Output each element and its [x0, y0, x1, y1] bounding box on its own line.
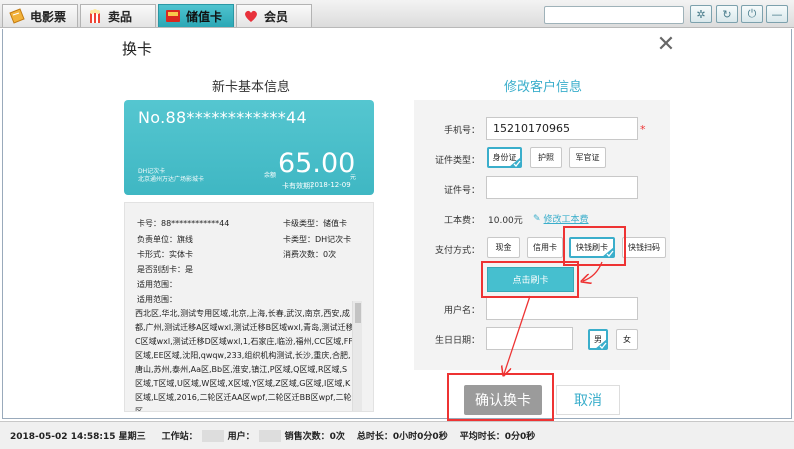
status-workstation-label: 工作站：	[161, 432, 198, 442]
status-total-time: 总时长：0小时0分0秒	[356, 432, 448, 442]
arrow-to-swipe-button	[583, 261, 603, 281]
arrow-to-confirm-button	[504, 295, 531, 374]
status-sales-count: 销售次数：0次	[284, 432, 345, 442]
annotation-arrows	[0, 261, 603, 449]
status-datetime: 2018-05-02 14:58:15 星期三	[10, 432, 146, 442]
redacted-workstation	[201, 429, 224, 442]
status-user-label: 用户：	[227, 432, 255, 442]
redacted-user	[258, 429, 281, 442]
status-avg-time: 平均时长：0分0秒	[459, 432, 536, 442]
status-bar: 2018-05-02 14:58:15 星期三 工作站： 用户： 销售次数：0次…	[0, 421, 794, 449]
